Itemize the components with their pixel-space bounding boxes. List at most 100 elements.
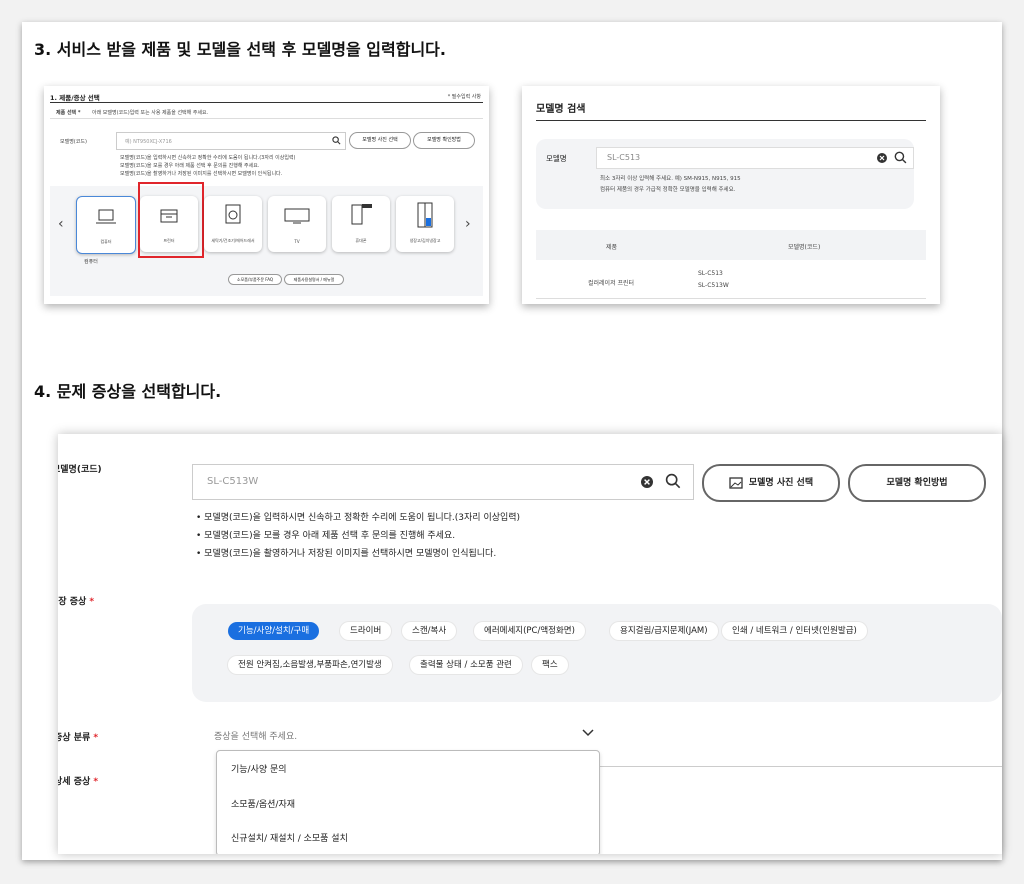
manual-button[interactable]: 제품사용설명서 / 메뉴얼	[284, 274, 344, 285]
step4-heading: 4. 문제 증상을 선택합니다.	[34, 382, 222, 401]
search-icon[interactable]	[894, 151, 907, 164]
manual-button-label: 제품사용설명서 / 메뉴얼	[293, 277, 335, 282]
symptom-chip[interactable]: 드라이버	[340, 622, 392, 640]
tv-icon	[284, 208, 310, 224]
section-title: 1. 제품/증상 선택	[50, 94, 100, 102]
search-icon[interactable]	[665, 473, 681, 489]
note: • 모델명(코드)을 입력하시면 신속하고 정확한 수리에 도움이 됩니다.(3…	[196, 513, 521, 523]
product-select-panel: 1. 제품/증상 선택 * 필수입력 사항 제품 선택 * 아래 모델명(코드)…	[44, 86, 489, 304]
symptom-chip[interactable]: 팩스	[532, 656, 568, 674]
product-carousel: ‹ 컴퓨터 프린터 세탁기/건조기/에어드레서 TV 휴대폰 냉장고/김치냉장고…	[50, 182, 483, 296]
header-model: 모델명(코드)	[788, 244, 821, 251]
category-dropdown: 기능/사양 문의 소모품/옵션/자재 신규설치/ 재설치 / 소모품 설치	[216, 750, 600, 854]
product-card-fridge[interactable]: 냉장고/김치냉장고	[396, 196, 454, 252]
category-select[interactable]: 증상을 선택해 주세요.	[192, 720, 594, 748]
howto-button[interactable]: 모델명 확인방법	[413, 132, 475, 149]
result-product: 컬러레이저 프린터	[588, 280, 635, 287]
photo-button-label: 모델명 사진 선택	[748, 478, 814, 488]
next-arrow[interactable]: ›	[465, 216, 471, 232]
dropdown-option[interactable]: 소모품/옵션/자재	[231, 797, 295, 810]
symptom-chip[interactable]: 인쇄 / 네트워크 / 인터넷(인원발급)	[722, 622, 867, 640]
symptom-chip[interactable]: 출력물 상태 / 소모품 관련	[410, 656, 522, 674]
required-mark: *	[93, 733, 99, 743]
divider	[50, 118, 483, 119]
photo-select-button[interactable]: 모델명 사진 선택	[702, 464, 840, 502]
howto-button-label: 모델명 확인방법	[886, 478, 948, 488]
detail-label-text: 상세 증상	[58, 777, 91, 787]
note-text: 모델명(코드)을 모를 경우 아래 제품 선택 후 문의를 진행해 주세요.	[204, 531, 456, 541]
dropdown-option[interactable]: 신규설치/ 재설치 / 소모품 설치	[231, 831, 348, 844]
clear-icon[interactable]	[641, 476, 653, 488]
note-text: 모델명(코드)을 입력하시면 신속하고 정확한 수리에 도움이 됩니다.(3자리…	[204, 513, 521, 523]
divider	[600, 766, 1002, 767]
model-code-label: 모델명(코드)	[58, 465, 102, 475]
product-card-phone[interactable]: 휴대폰	[332, 196, 390, 252]
note: 모델명(코드)을 모를 경우 아래 제품 선택 후 문의를 진행해 주세요.	[120, 163, 260, 169]
faq-button-label: 소모품/부품주문 FAQ	[236, 277, 274, 282]
symptom-chip[interactable]: 용지걸림/급지문제(JAM)	[610, 622, 718, 640]
symptom-label: 고장 증상 *	[58, 594, 94, 607]
model-search-panel: 모델명 검색 모델명 SL-C513 최소 3자리 이상 입력해 주세요. 예)…	[522, 86, 940, 304]
howto-button[interactable]: 모델명 확인방법	[848, 464, 986, 502]
model-search-title: 모델명 검색	[536, 104, 586, 115]
image-icon	[729, 476, 743, 489]
product-label: 냉장고/김치냉장고	[409, 238, 441, 243]
washer-icon	[225, 204, 241, 224]
photo-button-label: 모델명 사진 선택	[362, 137, 398, 143]
result-row[interactable]: 컬러레이저 프린터 SL-C513 SL-C513W	[536, 268, 926, 298]
symptom-chip[interactable]: 전원 안켜짐,소음발생,부품파손,연기발생	[228, 656, 392, 674]
selection-highlight	[138, 182, 204, 258]
guide-page: 3. 서비스 받을 제품 및 모델을 선택 후 모델명을 입력합니다. 1. 제…	[22, 22, 1002, 860]
step3-heading: 3. 서비스 받을 제품 및 모델을 선택 후 모델명을 입력합니다.	[34, 40, 446, 59]
detail-label: 상세 증상 *	[58, 774, 98, 787]
prev-arrow[interactable]: ‹	[58, 216, 64, 232]
product-label: 휴대폰	[355, 238, 367, 243]
category-placeholder: 증상을 선택해 주세요.	[214, 732, 298, 742]
symptom-label-text: 고장 증상	[58, 597, 87, 607]
symptom-chip[interactable]: 스캔/복사	[402, 622, 457, 640]
search-icon[interactable]	[332, 136, 341, 145]
note: 최소 3자리 이상 입력해 주세요. 예) SM-N915, N915, 915	[600, 176, 741, 182]
product-card-tv[interactable]: TV	[268, 196, 326, 252]
symptom-select-panel: 모델명(코드) SL-C513W 모델명 사진 선택 모델명 확인방법 • 모델…	[58, 434, 1002, 854]
product-label: 컴퓨터	[100, 239, 112, 244]
required-mark: *	[89, 597, 95, 607]
note: 컴퓨터 제품의 경우 가급적 정확한 모델명을 입력해 주세요.	[600, 187, 736, 193]
product-card-computer[interactable]: 컴퓨터	[76, 196, 136, 254]
laptop-icon	[96, 209, 116, 224]
category-label: 증상 분류 *	[58, 730, 98, 743]
model-label: 모델명	[546, 154, 567, 163]
clear-icon[interactable]	[877, 153, 887, 163]
symptom-chip[interactable]: 에러메세지(PC/액정화면)	[474, 622, 585, 640]
model-code-input[interactable]: SL-C513W	[192, 464, 694, 500]
product-label: 세탁기/건조기/에어드레서	[211, 238, 255, 243]
fridge-icon	[417, 202, 433, 228]
required-note: * 필수입력 사항	[447, 94, 481, 100]
divider	[50, 102, 483, 103]
model-input-value: SL-C513	[607, 153, 641, 162]
header-product: 제품	[606, 244, 618, 251]
chevron-down-icon	[582, 729, 594, 737]
product-row-text: 아래 모델명(코드)입력 또는 사용 제품을 선택해 주세요.	[92, 110, 209, 116]
product-card-washer[interactable]: 세탁기/건조기/에어드레서	[204, 196, 262, 252]
selected-product-label: 컴퓨터	[84, 259, 98, 265]
category-label-text: 증상 분류	[58, 733, 91, 743]
symptom-chip-selected[interactable]: 기능/사양/설치/구매	[228, 622, 320, 640]
search-placeholder: 예) NT950XCJ-X716	[125, 139, 172, 145]
required-mark: *	[93, 777, 99, 787]
model-search-input[interactable]: 예) NT950XCJ-X716	[116, 132, 346, 150]
note: 모델명(코드)을 입력하시면 신속하고 정확한 수리에 도움이 됩니다.(3자리…	[120, 155, 296, 161]
result-model: SL-C513W	[698, 282, 729, 289]
model-input[interactable]: SL-C513	[596, 147, 914, 169]
divider	[536, 120, 926, 121]
dropdown-option[interactable]: 기능/사양 문의	[231, 762, 287, 775]
faq-button[interactable]: 소모품/부품주문 FAQ	[228, 274, 282, 285]
search-box-area: 모델명 SL-C513 최소 3자리 이상 입력해 주세요. 예) SM-N91…	[536, 139, 914, 209]
product-row-label: 제품 선택 *	[56, 110, 81, 116]
note: 모델명(코드)을 촬영하거나 저장된 이미지를 선택하시면 모델명이 인식됩니다…	[120, 171, 283, 177]
note-text: 모델명(코드)을 촬영하거나 저장된 이미지를 선택하시면 모델명이 인식됩니다…	[204, 549, 497, 559]
note: • 모델명(코드)을 촬영하거나 저장된 이미지를 선택하시면 모델명이 인식됩…	[196, 549, 497, 559]
symptom-chip-area: 기능/사양/설치/구매 드라이버 스캔/복사 에러메세지(PC/액정화면) 용지…	[192, 604, 1002, 702]
model-label: 모델명(코드)	[60, 139, 87, 145]
photo-select-button[interactable]: 모델명 사진 선택	[349, 132, 411, 149]
